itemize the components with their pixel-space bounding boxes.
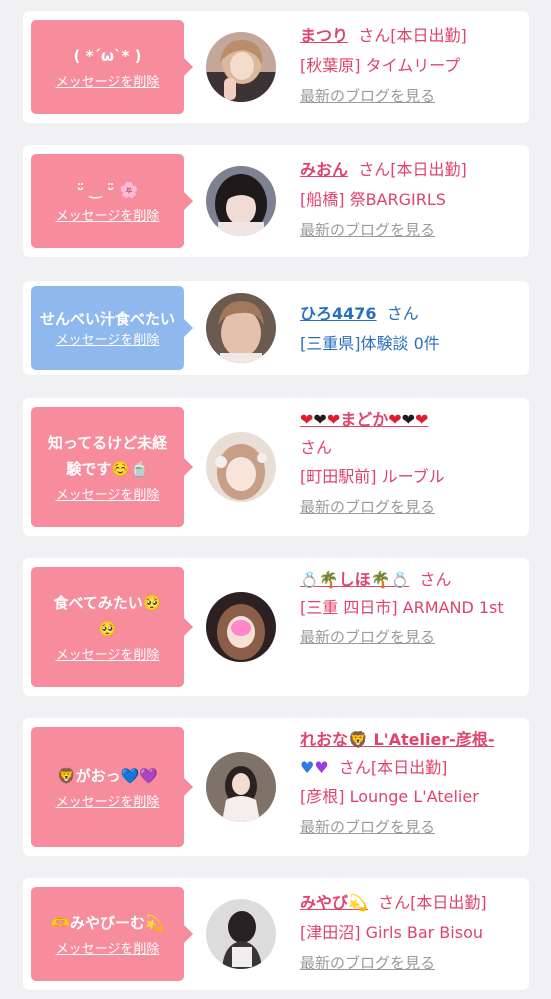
user-name-link[interactable]: ❤❤❤まどか❤❤❤ [300, 410, 428, 429]
shop-name: [彦根] Lounge L'Atelier [300, 787, 479, 806]
delete-message-link[interactable]: メッセージを削除 [56, 488, 160, 504]
message-bubble: ᵕ̈ ‿ ᵕ̈ 🌸 メッセージを削除 [31, 154, 193, 248]
avatar[interactable] [206, 899, 276, 969]
user-info: まつり さん[本日出勤] [秋葉原] タイムリープ 最新のブログを見る [300, 21, 522, 111]
list-item: 🦁がおっ💙💜 メッセージを削除 れおな🦁 L'Atelier-彦根- ♥♥ さん… [23, 718, 529, 856]
avatar[interactable] [206, 592, 276, 662]
palm-tree-icon: 🌴 [370, 570, 391, 589]
attendance-status: [本日出勤] [370, 758, 448, 777]
message-text: ( *´ω`* ) [73, 46, 142, 65]
delete-message-link[interactable]: メッセージを削除 [56, 209, 160, 225]
honorific: さん [419, 570, 452, 589]
shop-name: [秋葉原] タイムリープ [300, 56, 461, 75]
heart-red-icon: ❤ [415, 410, 429, 429]
user-name-link[interactable]: れおな🦁 L'Atelier-彦根- [300, 730, 494, 749]
shop-name: [町田駅前] ルーブル [300, 467, 445, 486]
honorific: さん [358, 26, 391, 45]
list-item: ( *´ω`* ) メッセージを削除 まつり さん[本日出勤] [秋葉原] タイ… [23, 11, 529, 123]
message-bubble: ( *´ω`* ) メッセージを削除 [31, 20, 193, 114]
heart-red-icon: ❤ [388, 410, 402, 429]
delete-message-link[interactable]: メッセージを削除 [56, 333, 160, 349]
message-list: ( *´ω`* ) メッセージを削除 まつり さん[本日出勤] [秋葉原] タイ… [0, 0, 551, 999]
shop-name: [三重 四日市] ARMAND 1st [300, 598, 504, 617]
list-item: 知ってるけど未経験です☺️🍵 メッセージを削除 ❤❤❤まどか❤❤❤ さん [町田… [23, 398, 529, 536]
latest-blog-link[interactable]: 最新のブログを見る [300, 812, 522, 842]
honorific: さん [358, 160, 391, 179]
heart-red-icon: ❤ [326, 410, 341, 429]
heart-blue-icon: ♥ [300, 758, 315, 777]
message-text: ᵕ̈ ‿ ᵕ̈ 🌸 [76, 180, 139, 199]
avatar[interactable] [206, 752, 276, 822]
ring-icon: 💍 [390, 571, 410, 589]
user-info: みやび💫 さん[本日出勤] [津田沼] Girls Bar Bisou 最新のブ… [300, 888, 522, 978]
message-text: 🫶みやびーむ💫 [51, 913, 164, 932]
user-info: ❤❤❤まどか❤❤❤ さん [町田駅前] ルーブル 最新のブログを見る [300, 406, 522, 522]
list-item: せんべい汁食べたい メッセージを削除 ひろ4476 さん [三重県]体験談 0件 [23, 281, 529, 375]
shop-name: [船橋] 祭BARGIRLS [300, 190, 446, 209]
message-bubble: 食べてみたい🥺🥺 メッセージを削除 [31, 567, 193, 687]
delete-message-link[interactable]: メッセージを削除 [56, 75, 160, 91]
avatar[interactable] [206, 32, 276, 102]
honorific: さん [386, 304, 419, 323]
attendance-status: [本日出勤] [390, 160, 467, 179]
ring-icon: 💍 [300, 571, 319, 589]
delete-message-link[interactable]: メッセージを削除 [56, 648, 160, 664]
list-item: ᵕ̈ ‿ ᵕ̈ 🌸 メッセージを削除 みおん さん[本日出勤] [船橋] 祭BA… [23, 145, 529, 257]
avatar[interactable] [206, 166, 276, 236]
user-name-link[interactable]: みやび💫 [300, 893, 368, 912]
heart-black-icon: ❤ [313, 410, 327, 429]
user-name-link[interactable]: まつり [300, 26, 348, 45]
message-bubble: 🦁がおっ💙💜 メッセージを削除 [31, 727, 193, 847]
latest-blog-link[interactable]: 最新のブログを見る [300, 492, 522, 522]
avatar[interactable] [206, 432, 276, 502]
message-text: 食べてみたい🥺🥺 [53, 594, 162, 638]
shop-name: [津田沼] Girls Bar Bisou [300, 923, 483, 942]
attendance-status: [本日出勤] [390, 26, 467, 45]
avatar[interactable] [206, 293, 276, 363]
user-name-link[interactable]: みおん [300, 160, 348, 179]
honorific: さん [378, 893, 411, 912]
message-bubble: 🫶みやびーむ💫 メッセージを削除 [31, 887, 193, 981]
message-bubble: 知ってるけど未経験です☺️🍵 メッセージを削除 [31, 407, 193, 527]
latest-blog-link[interactable]: 最新のブログを見る [300, 948, 522, 978]
user-name-link[interactable]: ひろ4476 [300, 304, 377, 323]
list-item: 食べてみたい🥺🥺 メッセージを削除 💍🌴しほ🌴💍 さん [三重 四日市] ARM… [23, 558, 529, 696]
message-text: せんべい汁食べたい [39, 310, 175, 328]
user-info: みおん さん[本日出勤] [船橋] 祭BARGIRLS 最新のブログを見る [300, 155, 522, 245]
message-text: 知ってるけど未経験です☺️🍵 [47, 434, 168, 478]
user-info: ひろ4476 さん [三重県]体験談 0件 [300, 299, 522, 359]
user-info: れおな🦁 L'Atelier-彦根- ♥♥ さん[本日出勤] [彦根] Loun… [300, 726, 522, 842]
list-item: 🫶みやびーむ💫 メッセージを削除 みやび💫 さん[本日出勤] [津田沼] Gir… [23, 878, 529, 990]
latest-blog-link[interactable]: 最新のブログを見る [300, 81, 522, 111]
message-bubble: せんべい汁食べたい メッセージを削除 [31, 286, 193, 370]
heart-black-icon: ❤ [401, 410, 416, 429]
palm-tree-icon: 🌴 [318, 570, 339, 589]
message-text: 🦁がおっ💙💜 [56, 766, 159, 785]
heart-purple-icon: ♥ [314, 758, 329, 777]
delete-message-link[interactable]: メッセージを削除 [56, 942, 160, 958]
latest-blog-link[interactable]: 最新のブログを見る [300, 215, 522, 245]
user-name-link[interactable]: 💍🌴しほ🌴💍 [300, 570, 409, 589]
attendance-status: [本日出勤] [410, 893, 487, 912]
heart-red-icon: ❤ [300, 410, 314, 429]
delete-message-link[interactable]: メッセージを削除 [56, 795, 160, 811]
honorific: さん [300, 438, 333, 457]
honorific: さん [338, 758, 371, 777]
latest-blog-link[interactable]: 最新のブログを見る [300, 622, 522, 652]
user-info: 💍🌴しほ🌴💍 さん [三重 四日市] ARMAND 1st 最新のブログを見る [300, 566, 522, 652]
shop-name: [三重県]体験談 0件 [300, 334, 440, 353]
